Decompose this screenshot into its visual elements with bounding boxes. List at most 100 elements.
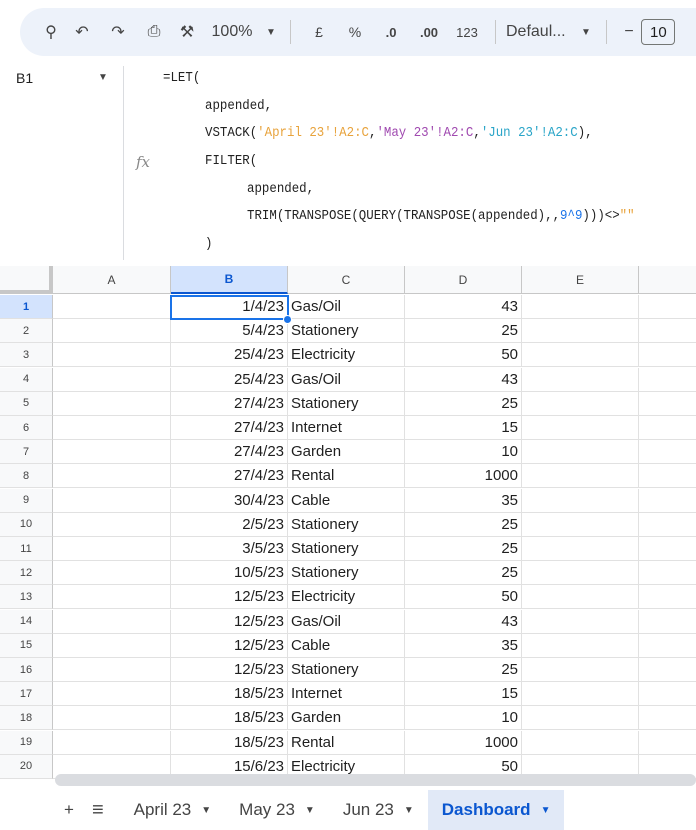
- print-icon[interactable]: ⎙: [136, 16, 172, 48]
- cell[interactable]: 25: [405, 658, 522, 682]
- horizontal-scrollbar[interactable]: [55, 774, 696, 786]
- cell[interactable]: [522, 488, 639, 513]
- row-header[interactable]: 15: [0, 633, 53, 658]
- cell[interactable]: [522, 343, 639, 368]
- cell[interactable]: [522, 658, 639, 682]
- cell[interactable]: 12/5/23: [171, 609, 288, 634]
- search-icon[interactable]: ⚲: [38, 16, 64, 48]
- cell[interactable]: [639, 295, 696, 319]
- row-header[interactable]: 1: [0, 295, 53, 319]
- zoom-select[interactable]: 100%: [202, 16, 262, 48]
- cell[interactable]: [522, 464, 639, 489]
- cell[interactable]: [639, 634, 696, 658]
- row-header[interactable]: 5: [0, 391, 53, 416]
- cell[interactable]: [639, 682, 696, 707]
- cell[interactable]: [522, 295, 639, 319]
- cell[interactable]: [53, 295, 171, 319]
- cell[interactable]: 15: [405, 416, 522, 440]
- cell[interactable]: Gas/Oil: [288, 609, 405, 634]
- cell[interactable]: 43: [405, 609, 522, 634]
- cell[interactable]: [522, 416, 639, 440]
- row-header[interactable]: 19: [0, 730, 53, 755]
- all-sheets-menu-icon[interactable]: ≡: [82, 790, 120, 830]
- cell[interactable]: Electricity: [288, 343, 405, 368]
- column-header[interactable]: [639, 266, 696, 294]
- cell[interactable]: [522, 537, 639, 561]
- cell[interactable]: [639, 464, 696, 489]
- cell[interactable]: [522, 391, 639, 416]
- cell[interactable]: [639, 416, 696, 440]
- column-header-A[interactable]: A: [53, 266, 171, 294]
- cell[interactable]: [522, 633, 639, 658]
- cell[interactable]: 2/5/23: [171, 512, 288, 537]
- cell[interactable]: [522, 561, 639, 586]
- cell[interactable]: [522, 319, 639, 344]
- currency-format-button[interactable]: £: [301, 16, 337, 48]
- column-header-D[interactable]: D: [405, 266, 522, 294]
- cell[interactable]: 43: [405, 367, 522, 392]
- cell[interactable]: [53, 585, 171, 610]
- cell[interactable]: [53, 512, 171, 537]
- font-select[interactable]: Defaul...: [506, 16, 576, 48]
- cell[interactable]: Stationery: [288, 561, 405, 586]
- cell[interactable]: [639, 561, 696, 586]
- cell[interactable]: [53, 561, 171, 586]
- cell[interactable]: [53, 343, 171, 368]
- cell[interactable]: [53, 319, 171, 344]
- cell[interactable]: [53, 367, 171, 392]
- column-header-B[interactable]: B: [171, 266, 288, 294]
- number-format-button[interactable]: 123: [449, 16, 485, 48]
- sheet-tab[interactable]: Dashboard ▼: [427, 790, 565, 830]
- cell[interactable]: [639, 610, 696, 634]
- cell[interactable]: 10/5/23: [171, 561, 288, 586]
- cell[interactable]: 27/4/23: [171, 440, 288, 465]
- cell[interactable]: 27/4/23: [171, 416, 288, 440]
- cell[interactable]: Internet: [288, 416, 405, 440]
- row-header[interactable]: 18: [0, 706, 53, 731]
- cell[interactable]: 12/5/23: [171, 585, 288, 610]
- cell[interactable]: 12/5/23: [171, 633, 288, 658]
- cell[interactable]: 35: [405, 633, 522, 658]
- cell[interactable]: 18/5/23: [171, 730, 288, 755]
- redo-icon[interactable]: ↷: [100, 16, 136, 48]
- row-header[interactable]: 3: [0, 343, 53, 368]
- cell[interactable]: [522, 730, 639, 755]
- cell[interactable]: Electricity: [288, 585, 405, 610]
- row-header[interactable]: 12: [0, 561, 53, 586]
- increase-decimal-button[interactable]: .00: [409, 16, 449, 48]
- cell[interactable]: [639, 658, 696, 682]
- cell[interactable]: 50: [405, 585, 522, 610]
- row-header[interactable]: 16: [0, 658, 53, 682]
- cell[interactable]: Stationery: [288, 512, 405, 537]
- cell[interactable]: Gas/Oil: [288, 367, 405, 392]
- cell[interactable]: [639, 585, 696, 610]
- cell[interactable]: [53, 706, 171, 731]
- chevron-down-icon[interactable]: ▼: [262, 16, 280, 48]
- cell[interactable]: [53, 633, 171, 658]
- row-header[interactable]: 20: [0, 754, 53, 779]
- cell[interactable]: 3/5/23: [171, 537, 288, 561]
- cell[interactable]: 18/5/23: [171, 706, 288, 731]
- cell[interactable]: Garden: [288, 706, 405, 731]
- decrease-font-size-button[interactable]: −: [617, 16, 641, 48]
- cell[interactable]: 35: [405, 488, 522, 513]
- chevron-down-icon[interactable]: ▼: [98, 72, 108, 83]
- cell[interactable]: Cable: [288, 488, 405, 513]
- cell[interactable]: [53, 416, 171, 440]
- row-header[interactable]: 4: [0, 367, 53, 392]
- cell[interactable]: Rental: [288, 464, 405, 489]
- cell[interactable]: [53, 658, 171, 682]
- row-header[interactable]: 9: [0, 488, 53, 513]
- cell[interactable]: [522, 367, 639, 392]
- name-box[interactable]: B1: [16, 70, 33, 86]
- font-size-input[interactable]: 10: [641, 19, 675, 45]
- decrease-decimal-button[interactable]: .0: [373, 16, 409, 48]
- row-header[interactable]: 7: [0, 440, 53, 465]
- cell[interactable]: [639, 513, 696, 537]
- fill-handle[interactable]: [283, 315, 292, 324]
- cell[interactable]: 25: [405, 319, 522, 344]
- cell[interactable]: 25: [405, 561, 522, 586]
- cell[interactable]: 1000: [405, 464, 522, 489]
- cell[interactable]: 27/4/23: [171, 391, 288, 416]
- add-sheet-button[interactable]: +: [56, 790, 82, 830]
